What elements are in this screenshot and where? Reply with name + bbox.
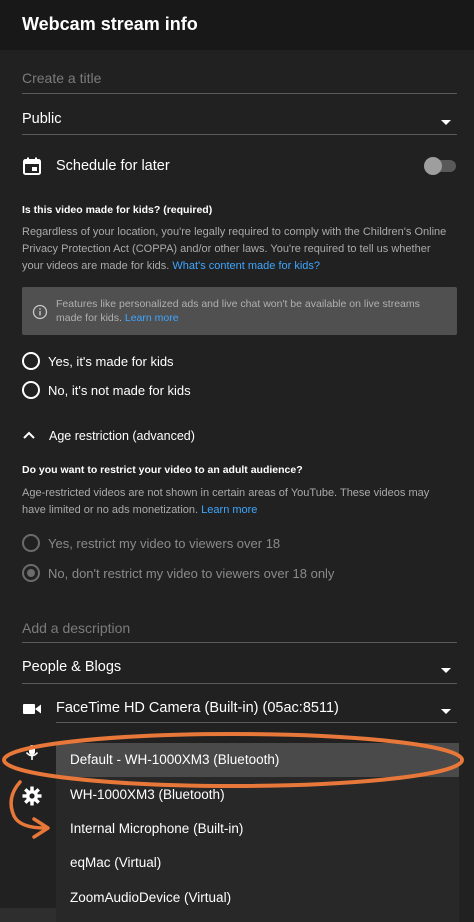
age-no-radio[interactable]: [22, 564, 40, 582]
calendar-icon: [23, 157, 41, 175]
kids-heading: Is this video made for kids? (required): [22, 204, 213, 216]
annotation-overlay: [2, 732, 464, 839]
kids-body: Regardless of your location, you're lega…: [22, 224, 454, 275]
microphone-option-zoom[interactable]: ZoomAudioDevice (Virtual): [70, 890, 231, 905]
microphone-option-eqmac[interactable]: eqMac (Virtual): [70, 855, 161, 870]
age-restriction-toggle[interactable]: Age restriction (advanced): [49, 429, 195, 443]
chevron-down-icon: [441, 668, 451, 673]
camera-select[interactable]: FaceTime HD Camera (Built-in) (05ac:8511…: [56, 700, 339, 716]
radio-selected-dot: [27, 569, 35, 577]
chevron-down-icon: [441, 709, 451, 714]
info-icon: [32, 304, 48, 320]
age-learn-more-link[interactable]: Learn more: [201, 504, 257, 516]
category-select[interactable]: People & Blogs: [22, 659, 121, 675]
chevron-up-icon[interactable]: [22, 430, 36, 440]
title-input[interactable]: Create a title: [22, 70, 101, 86]
kids-content-link[interactable]: What's content made for kids?: [172, 260, 320, 272]
description-input[interactable]: Add a description: [22, 620, 130, 636]
age-body: Age-restricted videos are not shown in c…: [22, 485, 454, 519]
schedule-toggle-knob[interactable]: [424, 157, 442, 175]
kids-yes-radio[interactable]: [22, 352, 40, 370]
kids-info-message: Features like personalized ads and live …: [56, 298, 420, 324]
chevron-down-icon: [441, 120, 451, 125]
category-underline: [22, 683, 457, 684]
age-yes-label[interactable]: Yes, restrict my video to viewers over 1…: [48, 536, 280, 551]
visibility-select[interactable]: Public: [22, 111, 62, 127]
schedule-label: Schedule for later: [56, 158, 170, 174]
kids-info-text: Features like personalized ads and live …: [56, 297, 441, 325]
age-yes-radio[interactable]: [22, 534, 40, 552]
description-underline: [22, 642, 457, 643]
age-heading: Do you want to restrict your video to an…: [22, 464, 303, 476]
dialog-title: Webcam stream info: [22, 14, 198, 34]
age-no-label[interactable]: No, don't restrict my video to viewers o…: [48, 566, 334, 581]
kids-no-label[interactable]: No, it's not made for kids: [48, 383, 191, 398]
kids-info-learn-more[interactable]: Learn more: [125, 312, 179, 324]
kids-yes-label[interactable]: Yes, it's made for kids: [48, 354, 174, 369]
kids-no-radio[interactable]: [22, 381, 40, 399]
visibility-underline: [22, 134, 457, 135]
footer-strip: [0, 908, 56, 922]
title-underline: [22, 93, 457, 94]
videocam-icon: [23, 704, 41, 714]
